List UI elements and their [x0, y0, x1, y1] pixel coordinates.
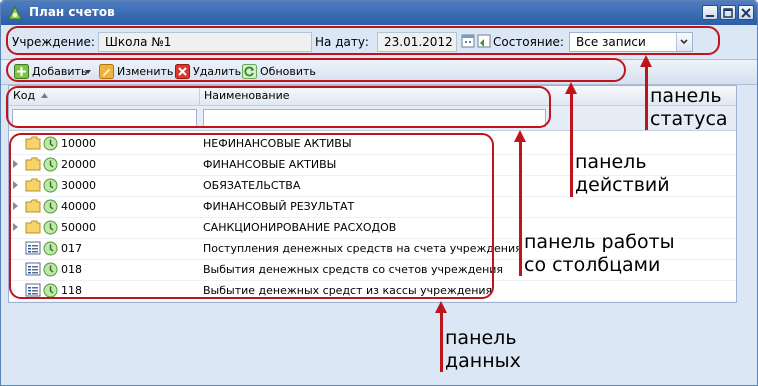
status-arrow-line	[645, 66, 648, 130]
annotation-actions-line1: панель	[575, 151, 647, 173]
window-title: План счетов	[29, 5, 115, 19]
annotation-status-line1: панель	[650, 85, 722, 107]
close-icon	[741, 8, 751, 18]
annotation-status-panel: панель статуса	[650, 85, 728, 131]
annotation-actions-panel: панель действий	[575, 151, 670, 197]
annotation-columns-line2: со столбцами	[524, 254, 661, 276]
annotation-data-line1: панель	[445, 327, 517, 349]
minimize-button[interactable]	[702, 5, 718, 20]
maximize-icon	[723, 8, 733, 18]
minimize-icon	[706, 15, 714, 17]
annotation-columns-line1: панель работы	[524, 231, 675, 253]
title-bar[interactable]: План счетов	[1, 1, 757, 25]
annotation-columns-panel: панель работы со столбцами	[524, 231, 675, 277]
annotation-actions-line2: действий	[575, 174, 670, 196]
app-icon	[8, 5, 22, 20]
columns-arrow-line	[519, 141, 522, 276]
close-button[interactable]	[738, 5, 754, 20]
annotation-data-panel: панель данных	[445, 327, 521, 373]
action-panel-highlight	[6, 58, 626, 82]
data-arrow-line	[440, 312, 443, 372]
columns-panel-highlight	[6, 86, 551, 128]
annotation-status-line2: статуса	[650, 108, 728, 130]
data-panel-highlight	[9, 133, 494, 299]
maximize-button[interactable]	[720, 5, 736, 20]
annotation-data-line2: данных	[445, 350, 521, 372]
action-arrow-line	[570, 93, 573, 197]
status-panel-highlight	[6, 26, 720, 55]
